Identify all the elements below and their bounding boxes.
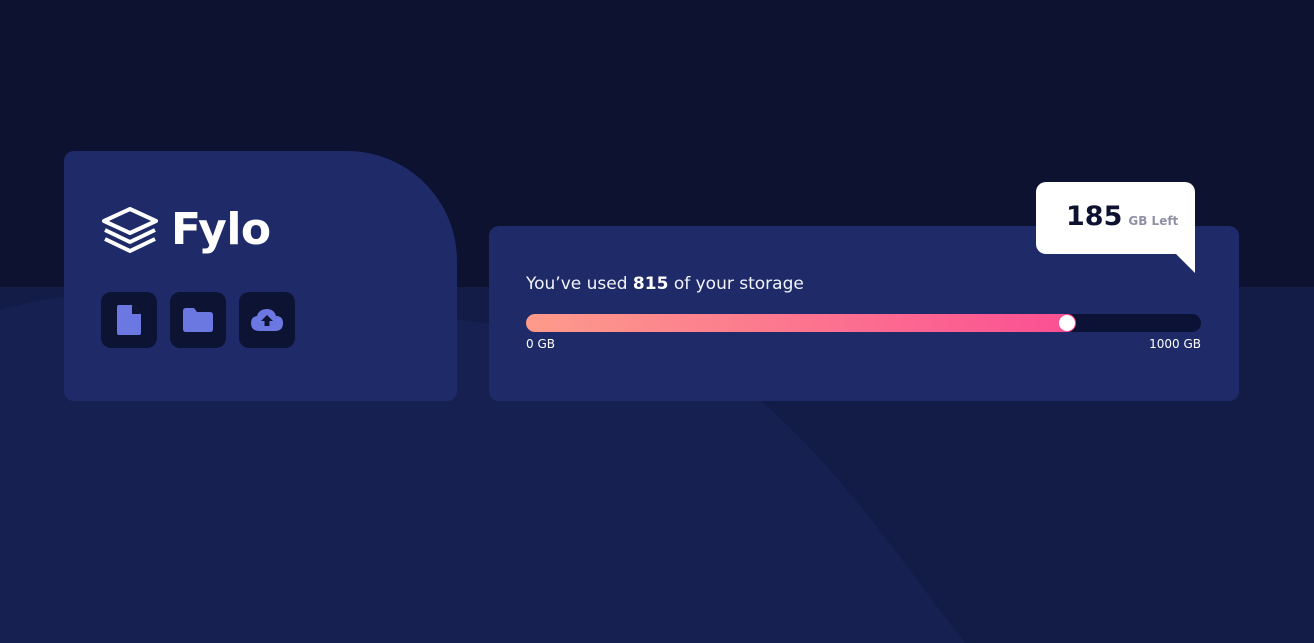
scale-max-label: 1000 GB — [1149, 337, 1201, 351]
brand-name: Fylo — [171, 204, 271, 255]
used-amount: 815 — [632, 274, 669, 294]
action-buttons — [101, 292, 295, 348]
storage-progress-fill — [526, 314, 1076, 332]
upload-icon — [251, 309, 283, 331]
remaining-label: GB Left — [1128, 214, 1179, 228]
upload-button[interactable] — [239, 292, 295, 348]
usage-suffix: of your storage — [673, 274, 804, 294]
scale-min-label: 0 GB — [526, 337, 555, 351]
remaining-callout: 185 GB Left — [1036, 182, 1195, 273]
folder-icon — [183, 308, 213, 332]
logo: Fylo — [101, 206, 271, 254]
document-icon — [117, 305, 141, 335]
folder-button[interactable] — [170, 292, 226, 348]
progress-knob — [1059, 315, 1075, 331]
usage-prefix: You’ve used — [526, 274, 628, 294]
remaining-content: 185 GB Left — [1066, 203, 1178, 230]
storage-progress-bar — [526, 314, 1201, 332]
brand-card: Fylo — [64, 151, 457, 401]
remaining-amount: 185 — [1066, 201, 1123, 232]
usage-text: You’ve used 815 of your storage — [526, 274, 804, 294]
stacked-layers-icon — [102, 207, 158, 253]
document-button[interactable] — [101, 292, 157, 348]
